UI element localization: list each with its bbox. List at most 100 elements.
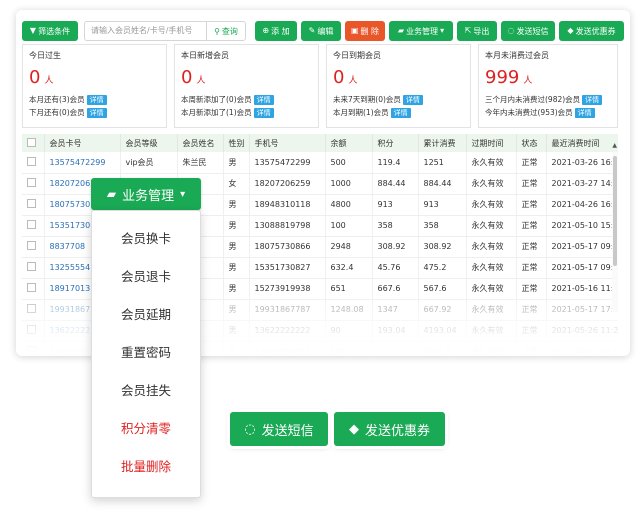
detail-tag[interactable]: 详情	[86, 95, 107, 105]
detail-tag[interactable]: 详情	[574, 108, 595, 118]
table-cell: 13575472299	[249, 152, 326, 174]
table-cell: 45.76	[372, 257, 419, 279]
menu-item[interactable]: 批量删除	[92, 455, 200, 479]
col-expiry[interactable]: 过期时间	[466, 134, 517, 152]
col-card-no[interactable]: 会员卡号	[44, 134, 121, 152]
table-cell: 永久有效	[466, 194, 517, 216]
stat-line: 三个月内未消费过(982)会员 详情	[485, 94, 611, 105]
stat-title: 本月未消费过会员	[485, 51, 549, 60]
select-all-checkbox[interactable]	[27, 137, 36, 147]
table-cell: 119.4	[372, 152, 419, 174]
table-header: 会员卡号 会员等级 会员姓名 性别 手机号 余额 积分 累计消费 过期时间 状态…	[22, 134, 618, 152]
menu-item[interactable]: 会员挂失	[92, 379, 200, 403]
menu-item[interactable]: 会员延期	[92, 303, 200, 327]
col-balance[interactable]: 余额	[325, 134, 373, 152]
row-checkbox[interactable]	[27, 156, 36, 166]
business-dropdown-button[interactable]: ▰ 业务管理 ▾	[91, 178, 201, 210]
col-gender[interactable]: 性别	[223, 134, 250, 152]
filter-button[interactable]: ▼ 筛选条件	[22, 21, 78, 41]
table-cell: 15351730827	[249, 257, 326, 279]
send-sms-large-button[interactable]: ◌ 发送短信	[230, 412, 328, 446]
detail-tag[interactable]: 详情	[253, 95, 274, 105]
table-cell: 朱兰民	[177, 152, 224, 174]
comment-icon: ◌	[244, 421, 256, 437]
comment-icon: ◌	[507, 26, 515, 35]
row-checkbox[interactable]	[27, 199, 36, 208]
add-button[interactable]: ⊕ 添 加	[255, 21, 297, 41]
briefcase-icon: ▰	[397, 26, 405, 35]
stat-card-new-members: 本日新增会员 0人 本周新添加了(0)会员 详情 本月新添加了(1)会员 详情	[174, 44, 319, 128]
table-cell: 13088819798	[249, 215, 326, 237]
briefcase-icon: ▰	[106, 187, 117, 201]
scroll-thumb[interactable]	[613, 156, 617, 266]
menu-item[interactable]: 重置密码	[92, 341, 200, 365]
table-cell: 913	[418, 194, 467, 216]
export-icon: ⇱	[464, 26, 472, 35]
business-management-button[interactable]: ▰ 业务管理 ▾	[389, 21, 453, 41]
menu-item[interactable]: 会员退卡	[92, 265, 200, 289]
filter-icon: ▼	[29, 26, 37, 35]
table-cell: 2021-03-26 16:24:00	[546, 152, 618, 174]
detail-tag[interactable]: 详情	[402, 95, 423, 105]
table-cell: 632.4	[325, 257, 373, 279]
detail-tag[interactable]: 详情	[582, 95, 603, 105]
table-row[interactable]: 13575472299 vip会员 朱兰民男 13575472299 500 119.4 1…	[22, 152, 618, 174]
table-cell: 1000	[325, 173, 373, 195]
ticket-icon: ◆	[348, 421, 359, 437]
search-button[interactable]: ⚲ 查询	[206, 21, 246, 41]
table-scrollbar[interactable]	[612, 152, 618, 312]
stat-line: 本周新添加了(0)会员 详情	[181, 94, 312, 105]
detail-tag[interactable]: 详情	[86, 108, 107, 118]
search-input[interactable]: 请输入会员姓名/卡号/手机号	[84, 21, 206, 41]
send-coupon-large-button[interactable]: ◆ 发送优惠券	[334, 412, 445, 446]
stat-value: 0人	[333, 67, 358, 88]
col-last-spend[interactable]: 最近消费时间	[546, 134, 618, 152]
col-status[interactable]: 状态	[516, 134, 547, 152]
detail-tag[interactable]: 详情	[390, 108, 411, 118]
stat-value: 0人	[29, 67, 54, 88]
table-cell: 308.92	[418, 236, 467, 258]
table-cell: 永久有效	[466, 173, 517, 195]
table-cell: 2021-05-17 09:30:24	[546, 257, 618, 279]
row-checkbox[interactable]	[27, 241, 36, 250]
caret-down-icon: ▾	[180, 188, 186, 200]
delete-button[interactable]: ▣ 删 除	[345, 21, 385, 41]
detail-tag[interactable]: 详情	[253, 108, 274, 118]
stat-value: 999 人	[485, 67, 533, 88]
table-cell: 1251	[418, 152, 467, 174]
stat-line: 未来7天到期(0)会员 详情	[333, 94, 464, 105]
menu-item[interactable]: 会员换卡	[92, 227, 200, 251]
table-cell: 884.44	[372, 173, 419, 195]
col-phone[interactable]: 手机号	[249, 134, 326, 152]
table-cell: 2021-03-27 14:08:14	[546, 173, 618, 195]
menu-item[interactable]: 积分清零	[92, 417, 200, 441]
table-cell[interactable]: 13575472299	[44, 152, 121, 174]
table-cell: 100	[325, 215, 373, 237]
send-sms-button[interactable]: ◌ 发送短信	[501, 21, 555, 41]
col-total-spend[interactable]: 累计消费	[418, 134, 467, 152]
col-level[interactable]: 会员等级	[120, 134, 178, 152]
edit-button[interactable]: ✎ 编辑	[301, 21, 341, 41]
table-cell: 永久有效	[466, 236, 517, 258]
table-cell: 永久有效	[466, 215, 517, 237]
table-cell: 18207206259	[249, 173, 326, 195]
table-cell: 男	[223, 194, 250, 216]
table-cell: 358	[418, 215, 467, 237]
row-checkbox[interactable]	[27, 220, 36, 229]
table-cell: 2948	[325, 236, 373, 258]
table-cell: 500	[325, 152, 373, 174]
row-checkbox[interactable]	[27, 178, 36, 187]
export-button[interactable]: ⇱ 导出	[457, 21, 497, 41]
send-coupon-button[interactable]: ◆ 发送优惠券	[559, 21, 624, 41]
stat-title: 本日新增会员	[181, 51, 229, 60]
stat-card-inactive: 本月未消费过会员 999 人 三个月内未消费过(982)会员 详情 今年内未消费过(…	[478, 44, 618, 128]
row-checkbox[interactable]	[27, 262, 36, 271]
table-cell: 男	[223, 152, 250, 174]
col-points[interactable]: 积分	[372, 134, 419, 152]
scroll-up-icon[interactable]: ▲	[612, 142, 617, 149]
col-name[interactable]: 会员姓名	[177, 134, 224, 152]
caret-down-icon: ▾	[440, 26, 445, 35]
stat-line: 今年内未消费过(953)会员 详情	[485, 107, 611, 118]
table-cell: 358	[372, 215, 419, 237]
table-cell: 正常	[516, 152, 547, 174]
